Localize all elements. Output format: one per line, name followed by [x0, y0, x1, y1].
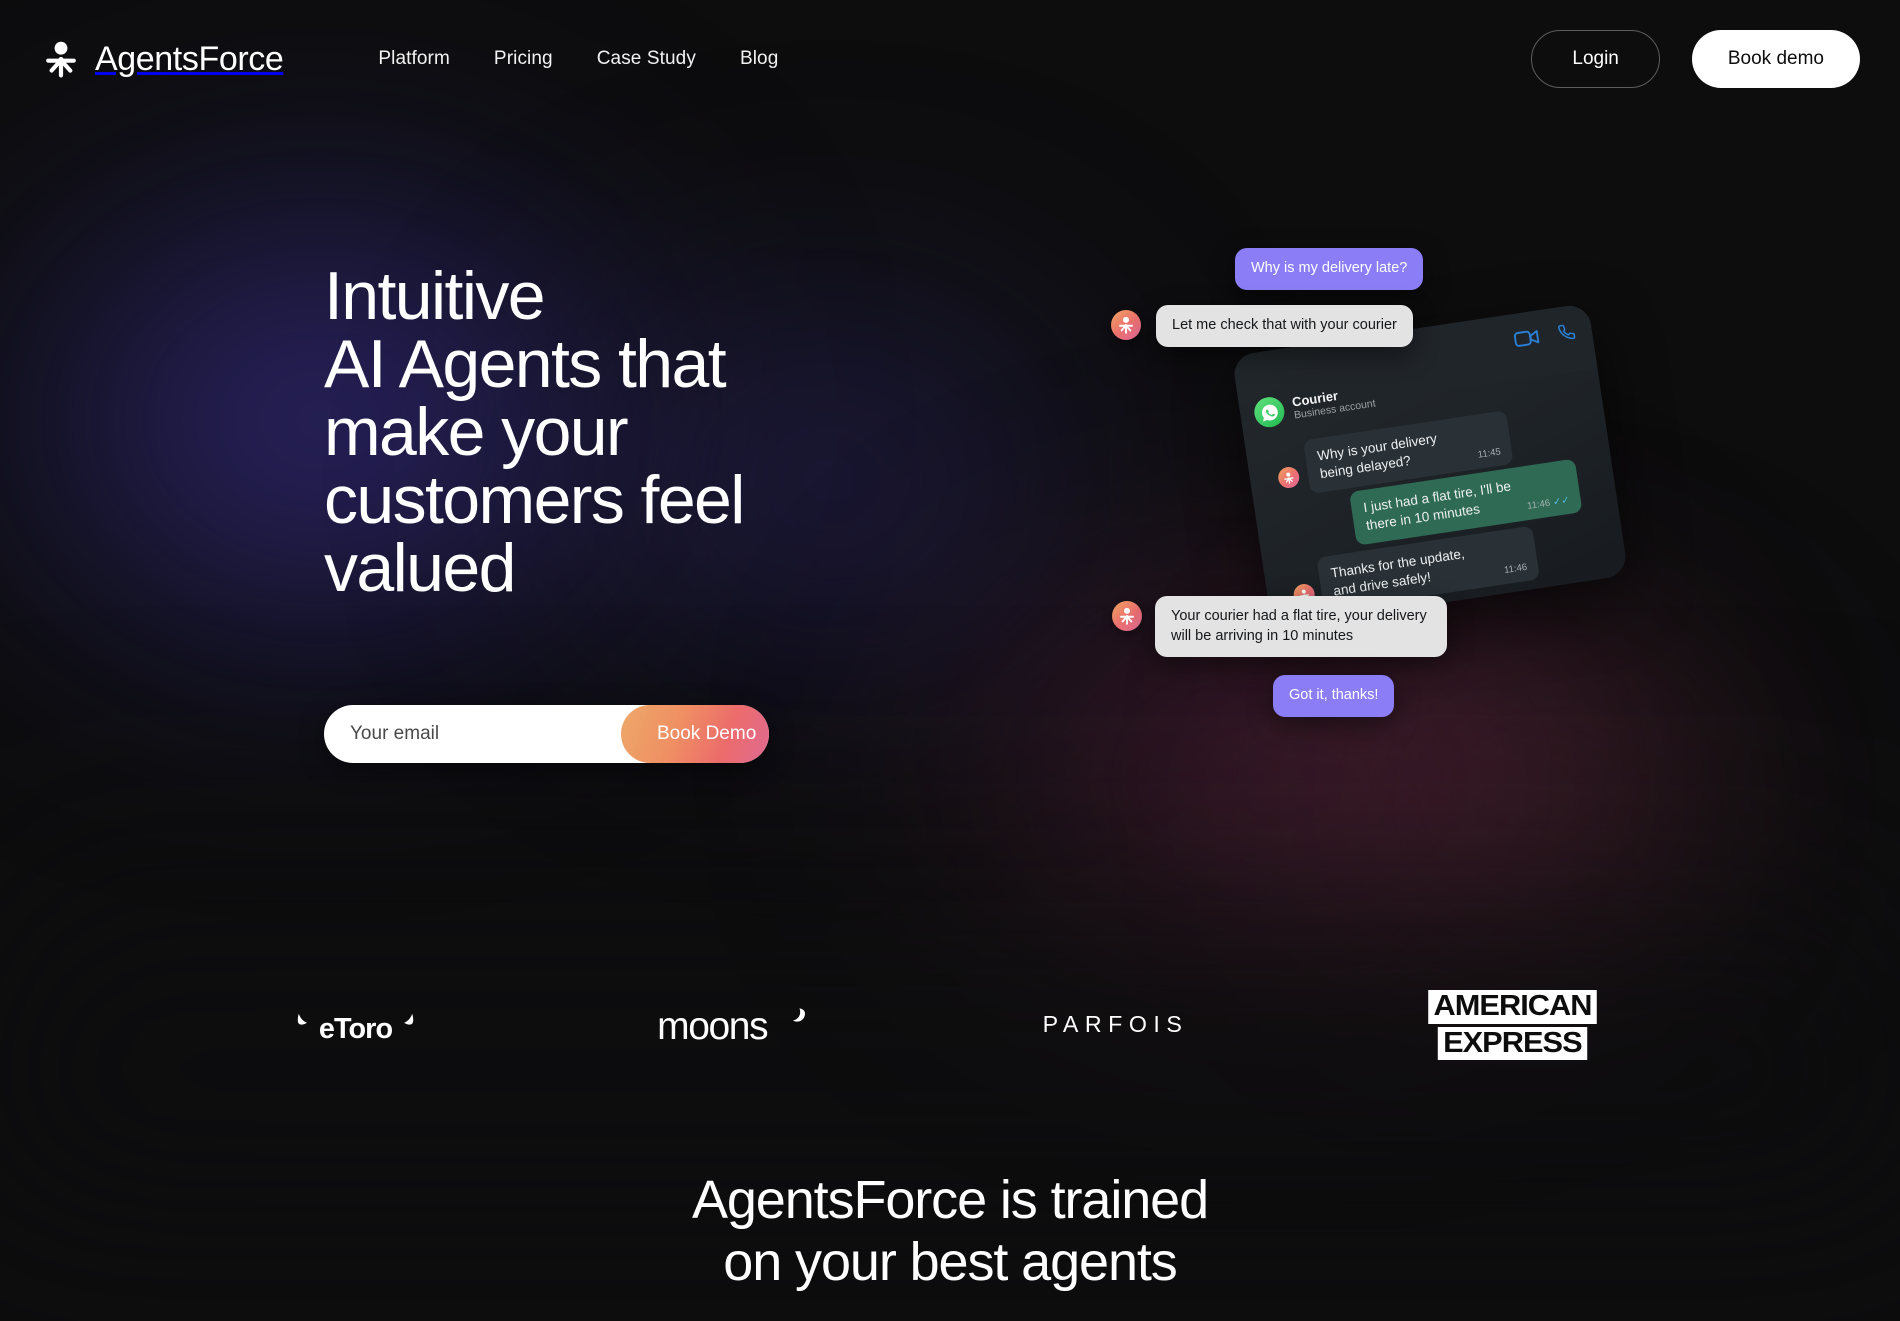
message-text: Thanks for the update, and drive safely! — [1329, 545, 1466, 599]
amex-line-1: AMERICAN — [1428, 990, 1597, 1024]
message-text: Why is your delivery being delayed? — [1316, 430, 1438, 482]
brand-logo-link[interactable]: AgentsForce — [44, 39, 284, 79]
section-heading: AgentsForce is trained on your best agen… — [691, 1170, 1209, 1292]
chat-message-bubble: Got it, thanks! — [1273, 675, 1395, 717]
message-text: I just had a flat tire, I'll be there in… — [1362, 478, 1512, 533]
avatar — [1112, 601, 1142, 631]
main-navigation: Platform Pricing Case Study Blog — [378, 48, 778, 70]
whatsapp-icon — [1252, 395, 1287, 430]
chat-message-bubble: Your courier had a flat tire, your deliv… — [1155, 596, 1447, 658]
amex-line-2: EXPRESS — [1437, 1026, 1588, 1060]
hero-book-demo-button[interactable]: Book Demo — [621, 705, 769, 763]
phone-call-icon[interactable] — [1555, 321, 1577, 348]
brand-name: AgentsForce — [95, 39, 284, 78]
nav-item-case-study[interactable]: Case Study — [597, 48, 696, 70]
site-header: AgentsForce Platform Pricing Case Study … — [0, 0, 1900, 118]
chat-illustration: Courier Business account Why is your del… — [1100, 248, 1629, 768]
header-book-demo-button[interactable]: Book demo — [1691, 30, 1860, 88]
svg-text:eToro: eToro — [318, 1013, 392, 1045]
whatsapp-window: Courier Business account Why is your del… — [1231, 302, 1629, 629]
message-timestamp: 11:45 — [1477, 446, 1502, 461]
nav-item-platform[interactable]: Platform — [378, 48, 450, 70]
client-logo-etoro: eToro — [288, 980, 423, 1070]
email-input[interactable] — [324, 705, 621, 763]
client-logo-moons: moons — [623, 980, 818, 1070]
client-logo-parfois: PARFOIS — [1018, 980, 1213, 1070]
svg-text:PARFOIS: PARFOIS — [1042, 1011, 1188, 1037]
email-capture-form: Book Demo — [324, 705, 769, 763]
video-call-icon[interactable] — [1513, 327, 1541, 353]
login-button[interactable]: Login — [1531, 30, 1660, 88]
hero-copy: Intuitive AI Agents that make your custo… — [324, 262, 964, 602]
svg-text:moons: moons — [657, 1005, 768, 1048]
read-receipt-icon: ✓✓ — [1552, 494, 1571, 509]
nav-item-pricing[interactable]: Pricing — [494, 48, 553, 70]
person-asterisk-icon — [44, 40, 78, 78]
message-timestamp: 11:46 — [1503, 561, 1528, 577]
client-logo-strip: eToro moons PARFOIS AMERICAN EXPRESS — [0, 955, 1900, 1095]
chat-message-bubble: Let me check that with your courier — [1156, 305, 1413, 347]
message-timestamp: 11:46✓✓ — [1526, 494, 1571, 513]
client-logo-american-express: AMERICAN EXPRESS — [1413, 980, 1613, 1070]
avatar — [1111, 310, 1141, 340]
header-actions: Login Book demo — [1531, 30, 1860, 88]
chat-message-bubble: Why is my delivery late? — [1235, 248, 1424, 290]
nav-item-blog[interactable]: Blog — [740, 48, 778, 70]
hero-heading: Intuitive AI Agents that make your custo… — [324, 258, 745, 606]
avatar — [1276, 465, 1301, 490]
